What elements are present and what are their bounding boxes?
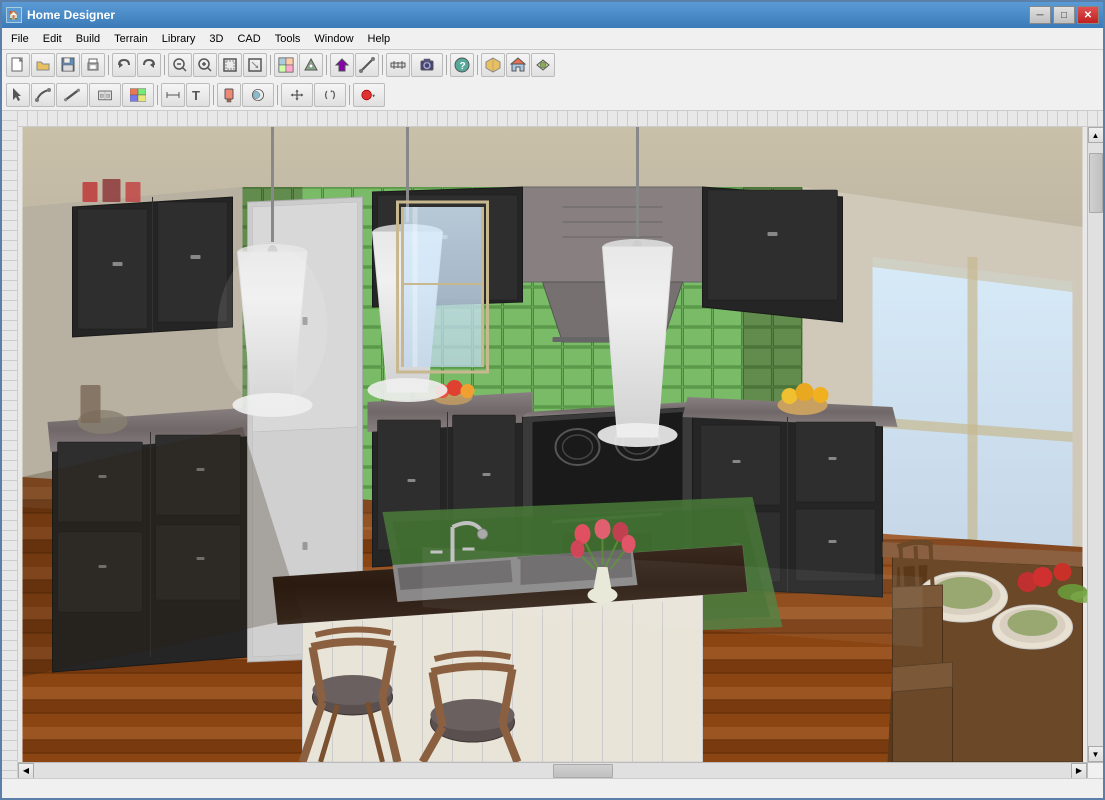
print-button[interactable] (81, 53, 105, 77)
zoom-out-button[interactable] (168, 53, 192, 77)
arrow-tool[interactable] (330, 53, 354, 77)
redo-button[interactable] (137, 53, 161, 77)
sep-4 (326, 55, 327, 75)
menu-terrain[interactable]: Terrain (107, 31, 155, 47)
new-button[interactable] (6, 53, 30, 77)
main-window: 🏠 Home Designer ─ □ ✕ File Edit Build Te… (0, 0, 1105, 800)
cabinet-tool[interactable] (89, 83, 121, 107)
scroll-down-button[interactable]: ▼ (1088, 746, 1104, 762)
open-button[interactable] (31, 53, 55, 77)
move-tool[interactable] (281, 83, 313, 107)
scroll-left-button[interactable]: ◀ (18, 763, 34, 779)
save-button[interactable] (56, 53, 80, 77)
ruler-left (2, 111, 18, 778)
dimension-tool[interactable] (161, 83, 185, 107)
menu-edit[interactable]: Edit (36, 31, 69, 47)
scroll-thumb-horizontal[interactable] (553, 764, 613, 778)
scroll-track-vertical[interactable] (1088, 143, 1103, 746)
sep-10 (277, 85, 278, 105)
minimize-button[interactable]: ─ (1029, 6, 1051, 24)
sep-6 (446, 55, 447, 75)
layout-button[interactable] (274, 53, 298, 77)
polyline-tool[interactable] (31, 83, 55, 107)
measure-button[interactable] (386, 53, 410, 77)
menu-bar: File Edit Build Terrain Library 3D CAD T… (2, 28, 1103, 50)
toolbar-1: ? (2, 50, 1103, 80)
texture-tool[interactable] (242, 83, 274, 107)
menu-3d[interactable]: 3D (202, 31, 230, 47)
bird-eye-button[interactable] (531, 53, 555, 77)
canvas-container: ▲ ▼ ◀ ▶ (2, 111, 1103, 778)
text-tool[interactable]: T (186, 83, 210, 107)
zoom-window-button[interactable] (218, 53, 242, 77)
sep-11 (349, 85, 350, 105)
sep-8 (157, 85, 158, 105)
kitchen-scene-svg (18, 127, 1087, 762)
menu-tools[interactable]: Tools (268, 31, 308, 47)
scroll-corner (1087, 762, 1103, 778)
scrollbar-horizontal[interactable]: ◀ ▶ (18, 762, 1087, 778)
menu-library[interactable]: Library (155, 31, 203, 47)
toolbar-2: T ▾ (2, 80, 1103, 110)
zoom-in-button[interactable] (193, 53, 217, 77)
scroll-track-horizontal[interactable] (34, 763, 1071, 778)
record-button[interactable]: ▾ (353, 83, 385, 107)
svg-text:▾: ▾ (372, 93, 375, 99)
scrollbar-vertical[interactable]: ▲ ▼ (1087, 127, 1103, 762)
sep-2 (164, 55, 165, 75)
sep-3 (270, 55, 271, 75)
floor-camera-button[interactable] (299, 53, 323, 77)
exterior-button[interactable] (506, 53, 530, 77)
window-title: Home Designer (27, 8, 1029, 22)
scroll-thumb-vertical[interactable] (1089, 153, 1103, 213)
menu-file[interactable]: File (4, 31, 36, 47)
menu-build[interactable]: Build (69, 31, 107, 47)
rotate-tool[interactable] (314, 83, 346, 107)
sep-5 (382, 55, 383, 75)
maximize-button[interactable]: □ (1053, 6, 1075, 24)
line-tool[interactable] (355, 53, 379, 77)
sep-1 (108, 55, 109, 75)
paint-tool[interactable] (217, 83, 241, 107)
material-painter-tool[interactable] (122, 83, 154, 107)
scroll-right-button[interactable]: ▶ (1071, 763, 1087, 779)
select-tool[interactable] (6, 83, 30, 107)
sep-7 (477, 55, 478, 75)
camera-view-button[interactable] (411, 53, 443, 77)
canvas-and-scrollbars: ▲ ▼ ◀ ▶ (18, 111, 1103, 778)
app-icon: 🏠 (6, 7, 22, 23)
sep-9 (213, 85, 214, 105)
menu-window[interactable]: Window (307, 31, 360, 47)
wall-tool[interactable] (56, 83, 88, 107)
svg-text:?: ? (460, 61, 466, 72)
toolbar-area: ? (2, 50, 1103, 111)
svg-text:T: T (192, 88, 200, 103)
undo-button[interactable] (112, 53, 136, 77)
bottom-bar: ◀ ▶ (18, 762, 1103, 778)
close-button[interactable]: ✕ (1077, 6, 1099, 24)
ruler-top (18, 111, 1103, 127)
canvas-with-vscroll: ▲ ▼ (18, 127, 1103, 762)
help-button[interactable]: ? (450, 53, 474, 77)
menu-cad[interactable]: CAD (230, 31, 267, 47)
window-controls: ─ □ ✕ (1029, 6, 1099, 24)
scroll-up-button[interactable]: ▲ (1088, 127, 1104, 143)
canvas-area[interactable] (18, 127, 1087, 762)
status-bar (2, 778, 1103, 798)
title-bar: 🏠 Home Designer ─ □ ✕ (2, 2, 1103, 28)
menu-help[interactable]: Help (361, 31, 398, 47)
home3d-button[interactable] (481, 53, 505, 77)
zoom-fit-button[interactable] (243, 53, 267, 77)
